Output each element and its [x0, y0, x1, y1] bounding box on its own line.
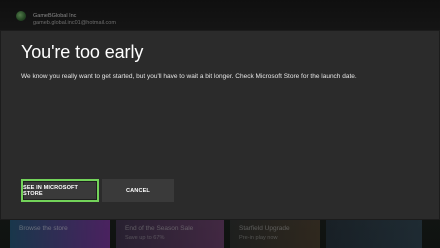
dialog: You're too early We know you really want…	[0, 30, 440, 220]
account-info: GameBGlobal Inc gameb.global.inc01@hotma…	[33, 13, 116, 26]
tile-title: Starfield Upgrade	[239, 225, 290, 232]
tile-title: Browse the store	[19, 225, 68, 232]
dialog-message: We know you really want to get started, …	[21, 73, 357, 80]
tile-title: End of the Season Sale	[125, 225, 194, 232]
xbox-logo-icon	[16, 11, 26, 21]
dialog-title: You're too early	[21, 42, 144, 62]
cancel-button[interactable]: CANCEL	[102, 179, 174, 202]
tile-subtitle: Pre-in play now	[239, 235, 278, 241]
tile-subtitle: Save up to 67%	[125, 235, 165, 241]
see-in-microsoft-store-button[interactable]: SEE IN MICROSOFT STORE	[21, 179, 99, 202]
top-bar: GameBGlobal Inc gameb.global.inc01@hotma…	[0, 0, 440, 30]
account-email: gameb.global.inc01@hotmail.com	[33, 19, 116, 26]
